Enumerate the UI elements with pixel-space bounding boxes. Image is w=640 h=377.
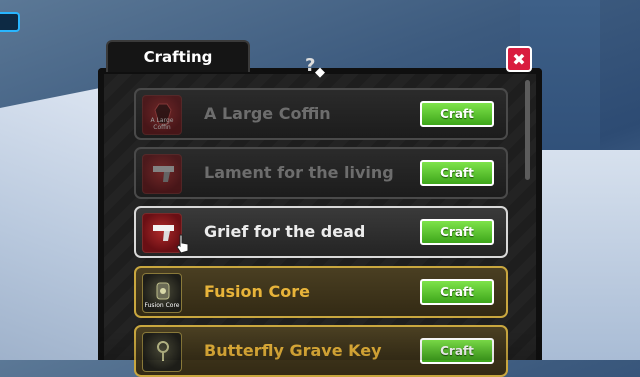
- pistol-shape: [153, 166, 174, 182]
- grave-key-icon: [142, 332, 182, 372]
- thumb-label: A Large Coffin: [150, 117, 174, 131]
- background-snow-floor-right: [525, 150, 640, 360]
- craft-button[interactable]: Craft: [420, 279, 494, 305]
- craft-button[interactable]: Craft: [420, 101, 494, 127]
- help-icon: ?: [305, 55, 316, 76]
- recipe-row-butterfly-grave-key[interactable]: Butterfly Grave Key Craft: [134, 325, 508, 377]
- craft-button[interactable]: Craft: [420, 219, 494, 245]
- recipe-name: Grief for the dead: [204, 222, 366, 241]
- close-icon: ✖: [512, 49, 526, 69]
- recipe-name: Butterfly Grave Key: [204, 341, 382, 360]
- recipe-row-fusion-core[interactable]: Fusion Core Fusion Core Craft: [134, 266, 508, 318]
- recipe-row-lament-for-the-living[interactable]: Lament for the living Craft: [134, 147, 508, 199]
- recipe-name: Lament for the living: [204, 163, 394, 182]
- diamond-icon: ◆: [315, 65, 325, 80]
- coffin-icon: A Large Coffin: [142, 95, 182, 135]
- recipe-row-grief-for-the-dead[interactable]: Grief for the dead Craft: [134, 206, 508, 258]
- craft-button[interactable]: Craft: [420, 338, 494, 364]
- recipe-name: A Large Coffin: [204, 104, 331, 123]
- fusion-core-shape: [156, 282, 170, 300]
- crafting-title: Crafting: [143, 48, 213, 66]
- close-button[interactable]: ✖: [506, 46, 532, 72]
- hud-corner-button[interactable]: [0, 12, 20, 32]
- recipe-name: Fusion Core: [204, 282, 310, 301]
- fusion-core-icon: Fusion Core: [142, 273, 182, 313]
- pistol-shape: [153, 225, 174, 241]
- grave-key-shape: [157, 341, 169, 361]
- hand-cursor-icon: [176, 234, 189, 254]
- crafting-title-tab: Crafting: [106, 40, 250, 72]
- list-scrollbar[interactable]: [525, 80, 530, 180]
- recipe-row-large-coffin[interactable]: A Large Coffin A Large Coffin Craft: [134, 88, 508, 140]
- help-button[interactable]: ? ◆: [303, 55, 327, 83]
- thumb-label: Fusion Core: [144, 302, 180, 309]
- pistol-icon: [142, 154, 182, 194]
- craft-button[interactable]: Craft: [420, 160, 494, 186]
